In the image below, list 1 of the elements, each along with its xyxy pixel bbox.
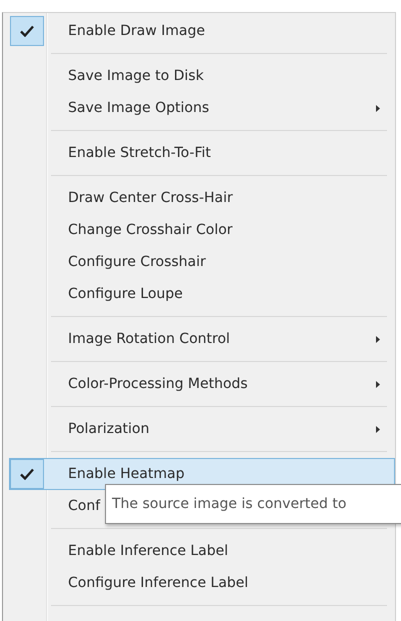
tooltip: The source image is converted to bbox=[105, 484, 401, 524]
